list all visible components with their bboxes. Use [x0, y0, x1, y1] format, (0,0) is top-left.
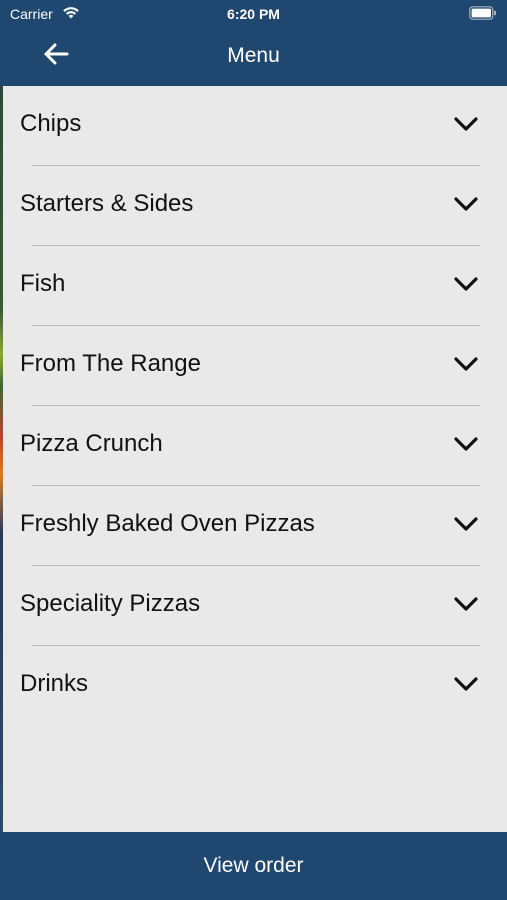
status-time: 6:20 PM: [227, 6, 280, 22]
menu-category-label: Starters & Sides: [20, 190, 194, 217]
menu-category-from-the-range[interactable]: From The Range: [3, 326, 507, 406]
chevron-down-icon[interactable]: [453, 516, 479, 534]
chevron-down-icon[interactable]: [453, 356, 479, 374]
chevron-down-icon[interactable]: [453, 436, 479, 454]
menu-category-label: Fish: [20, 270, 66, 297]
menu-category-label: Speciality Pizzas: [20, 590, 201, 617]
menu-category-label: Chips: [20, 110, 82, 137]
chevron-down-icon[interactable]: [453, 596, 479, 614]
menu-category-label: Drinks: [20, 670, 89, 697]
menu-category-label: From The Range: [20, 350, 201, 377]
menu-category-label: Freshly Baked Oven Pizzas: [20, 510, 315, 537]
menu-category-speciality-pizzas[interactable]: Speciality Pizzas: [3, 566, 507, 646]
menu-category-fish[interactable]: Fish: [3, 246, 507, 326]
status-bar: Carrier 6:20 PM: [0, 0, 507, 28]
battery-icon: [469, 6, 497, 23]
chevron-down-icon[interactable]: [453, 276, 479, 294]
menu-category-oven-pizzas[interactable]: Freshly Baked Oven Pizzas: [3, 486, 507, 566]
menu-category-pizza-crunch[interactable]: Pizza Crunch: [3, 406, 507, 486]
chevron-down-icon[interactable]: [453, 196, 479, 214]
chevron-down-icon[interactable]: [453, 676, 479, 694]
menu-category-label: Pizza Crunch: [20, 430, 163, 457]
menu-category-chips[interactable]: Chips: [3, 86, 507, 166]
view-order-label: View order: [203, 854, 304, 877]
menu-category-list: Chips Starters & Sides Fish From The Ran…: [3, 86, 507, 726]
nav-bar: Menu: [0, 28, 507, 86]
menu-category-starters-sides[interactable]: Starters & Sides: [3, 166, 507, 246]
menu-category-drinks[interactable]: Drinks: [3, 646, 507, 726]
app-header: Carrier 6:20 PM Menu: [0, 0, 507, 86]
menu-content: Chips Starters & Sides Fish From The Ran…: [3, 86, 507, 832]
page-title: Menu: [227, 44, 280, 67]
chevron-down-icon[interactable]: [453, 116, 479, 134]
view-order-button[interactable]: View order: [0, 832, 507, 900]
